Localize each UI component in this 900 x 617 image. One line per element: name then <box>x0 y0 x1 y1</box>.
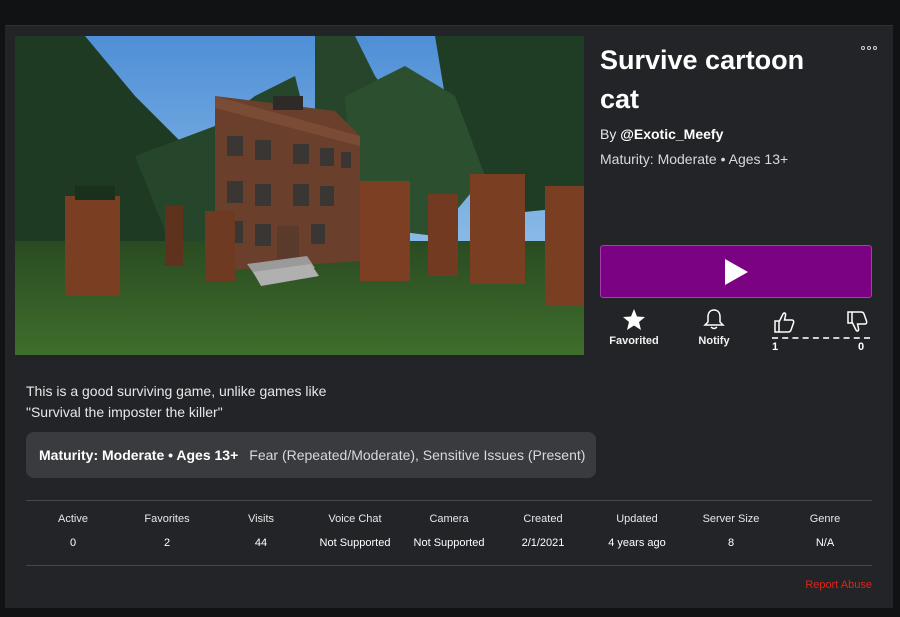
notify-button[interactable]: Notify <box>684 308 744 347</box>
stat-camera: Camera Not Supported <box>399 501 499 549</box>
play-button[interactable] <box>600 245 872 298</box>
stat-label: Server Size <box>702 513 760 525</box>
stat-value: 8 <box>727 537 735 549</box>
notify-label: Notify <box>698 335 730 347</box>
stat-value: 0 <box>69 537 77 549</box>
game-details-panel: Survive cartoon cat By @Exotic_Meefy Mat… <box>5 25 893 608</box>
stat-value: 4 years ago <box>608 537 666 549</box>
stat-label: Camera <box>429 513 469 525</box>
game-stats: Active 0 Favorites 2 Visits 44 Voice Cha… <box>26 500 872 566</box>
description-line: This is a good surviving game, unlike ga… <box>26 383 327 399</box>
maturity-descriptors: Fear (Repeated/Moderate), Sensitive Issu… <box>249 447 586 463</box>
maturity-rating: Maturity: Moderate • Ages 13+ <box>39 447 239 463</box>
thumbs-up-icon[interactable] <box>772 310 796 334</box>
vote-ratio-bar <box>772 336 870 339</box>
game-thumbnail[interactable] <box>15 36 584 355</box>
action-row: Favorited Notify 1 0 <box>600 308 872 358</box>
stat-label: Created <box>523 513 563 525</box>
game-title: Survive cartoon cat <box>600 45 805 114</box>
stat-label: Voice Chat <box>328 513 382 525</box>
creator-link[interactable]: @Exotic_Meefy <box>620 126 723 142</box>
stat-genre: Genre N/A <box>775 501 875 549</box>
stat-updated: Updated 4 years ago <box>587 501 687 549</box>
play-icon <box>725 258 748 285</box>
game-description: This is a good surviving game, unlike ga… <box>26 381 326 423</box>
stat-label: Favorites <box>144 513 190 525</box>
stat-value: 44 <box>254 537 268 549</box>
stat-favorites: Favorites 2 <box>117 501 217 549</box>
stat-server-size: Server Size 8 <box>681 501 781 549</box>
favorite-button[interactable]: Favorited <box>604 308 664 347</box>
upvote-count: 1 <box>772 341 779 353</box>
stat-label: Genre <box>809 513 841 525</box>
stat-label: Visits <box>247 513 275 525</box>
by-prefix: By <box>600 126 621 142</box>
favorite-label: Favorited <box>609 335 659 347</box>
report-abuse-link[interactable]: Report Abuse <box>780 579 872 591</box>
maturity-badge: Maturity: Moderate • Ages 13+ Fear (Repe… <box>26 432 596 478</box>
stat-created: Created 2/1/2021 <box>493 501 593 549</box>
thumbs-down-icon[interactable] <box>845 310 869 334</box>
stat-value: 2/1/2021 <box>521 537 565 549</box>
stat-visits: Visits 44 <box>211 501 311 549</box>
downvote-count: 0 <box>858 341 865 353</box>
more-dots-icon[interactable] <box>858 40 880 56</box>
stat-label: Active <box>58 513 88 525</box>
stat-voice-chat: Voice Chat Not Supported <box>305 501 405 549</box>
stat-value: 2 <box>163 537 171 549</box>
description-line: "Survival the imposter the killer" <box>26 404 223 420</box>
stat-value: N/A <box>815 537 835 549</box>
thumbnail-scene <box>15 36 584 355</box>
maturity-line: Maturity: Moderate • Ages 13+ <box>600 151 789 167</box>
bell-icon <box>703 309 725 330</box>
stat-active: Active 0 <box>23 501 123 549</box>
stat-label: Updated <box>616 513 658 525</box>
stat-value: Not Supported <box>319 537 391 549</box>
stat-value: Not Supported <box>413 537 485 549</box>
star-icon <box>623 309 645 330</box>
creator-line: By @Exotic_Meefy <box>600 126 723 142</box>
